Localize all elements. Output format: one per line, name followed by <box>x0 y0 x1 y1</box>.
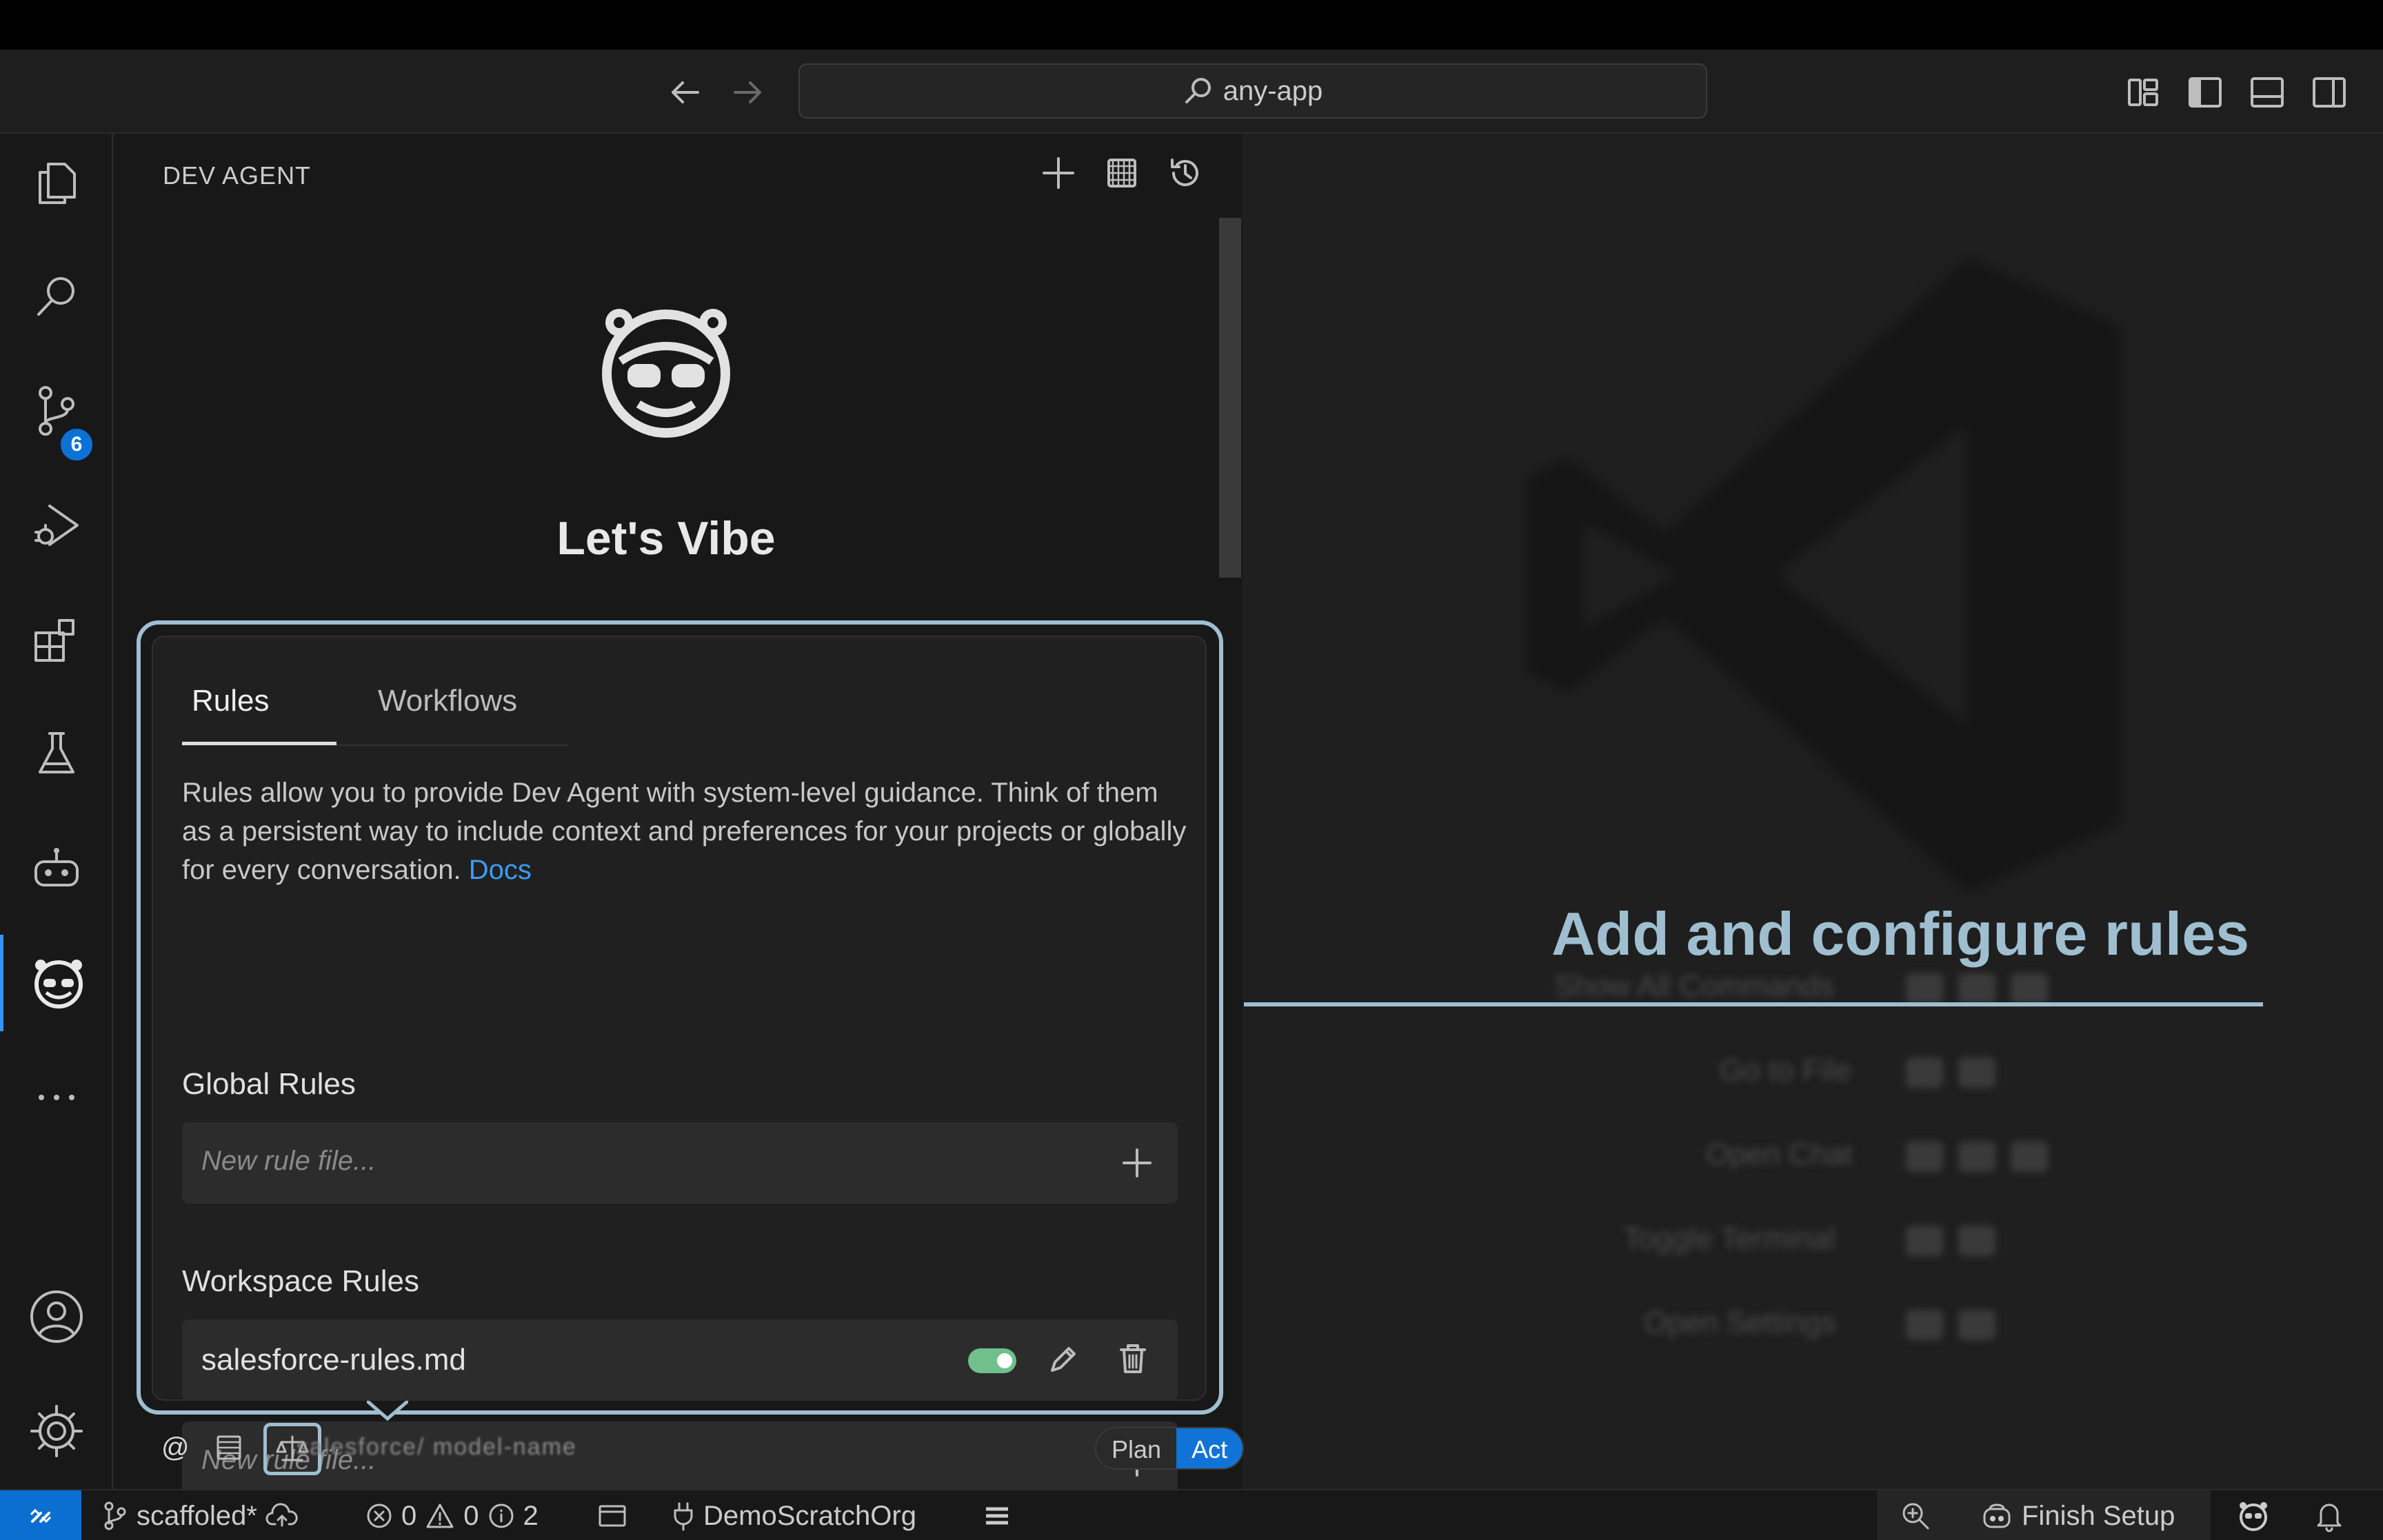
shortcut-keys <box>1906 1226 1995 1256</box>
shortcut-keys <box>1906 973 2048 1004</box>
tutorial-connector-line <box>1244 1002 2263 1006</box>
top-system-bar <box>0 0 2383 50</box>
rules-description-text: Rules allow you to provide Dev Agent wit… <box>182 778 1187 885</box>
panel-header-actions <box>1040 154 1204 192</box>
zoom-icon[interactable] <box>1900 1490 1931 1540</box>
forward-arrow-icon[interactable] <box>730 74 765 110</box>
extensions-icon[interactable] <box>0 591 113 688</box>
info-count: 2 <box>523 1500 539 1531</box>
problems-status[interactable]: 0 0 2 <box>365 1490 539 1540</box>
server-icon[interactable] <box>1103 154 1140 192</box>
org-name: DemoScratchOrg <box>703 1500 916 1531</box>
shortcut-hint: Show All Commands <box>1554 969 1834 1003</box>
callout-pointer <box>367 1401 408 1421</box>
shortcut-hint: Go to File <box>1720 1053 1851 1087</box>
chat-input-toolbar: @ salesforce/ model-name Plan Act <box>153 1420 1245 1478</box>
workspace-rules-label: Workspace Rules <box>182 1264 419 1298</box>
plan-act-toggle[interactable]: Plan Act <box>1095 1427 1245 1470</box>
accounts-icon[interactable] <box>0 1268 113 1365</box>
history-icon[interactable] <box>1167 154 1204 192</box>
status-bar: scaffoled* 0 0 2 DemoScratchOrg Finish S… <box>0 1489 2383 1540</box>
cloud-sync-icon[interactable] <box>265 1502 299 1530</box>
warning-icon <box>425 1502 455 1530</box>
shortcut-keys <box>1906 1310 1995 1340</box>
dev-agent-panel: DEV AGENT Let's Vibe Rules Workflows Rul… <box>114 134 1245 1503</box>
source-control-icon[interactable]: 6 <box>0 363 113 463</box>
plan-mode-button[interactable]: Plan <box>1096 1428 1176 1468</box>
shortcut-keys <box>1906 1142 2048 1172</box>
global-new-rule-input[interactable]: New rule file... <box>182 1122 1178 1204</box>
tab-workflows[interactable]: Workflows <box>378 684 517 718</box>
shortcut-keys <box>1906 1057 1995 1088</box>
docs-link[interactable]: Docs <box>469 855 532 885</box>
rules-workflows-card: Rules Workflows Rules allow you to provi… <box>152 636 1207 1503</box>
scrollbar-thumb[interactable] <box>1219 218 1241 578</box>
activity-bar: 6 <box>0 134 113 1489</box>
act-mode-button[interactable]: Act <box>1176 1428 1243 1468</box>
workspace-rule-item: salesforce-rules.md <box>182 1319 1178 1401</box>
add-global-rule-plus-icon[interactable] <box>1121 1147 1153 1179</box>
editor-area: Show All Commands Go to File Open Chat T… <box>1244 134 2383 1489</box>
toggle-panel-icon[interactable] <box>2249 74 2285 110</box>
toggle-knob <box>997 1353 1012 1368</box>
command-center-label: any-app <box>1223 75 1323 106</box>
finish-setup-label: Finish Setup <box>2022 1500 2175 1531</box>
model-selector[interactable]: salesforce/ model-name <box>296 1434 577 1461</box>
rule-file-name: salesforce-rules.md <box>201 1343 466 1377</box>
tutorial-banner: Add and configure rules <box>1551 900 2250 968</box>
layout-icon[interactable] <box>597 1490 627 1540</box>
source-control-badge: 6 <box>58 426 95 463</box>
search-icon[interactable] <box>0 248 113 345</box>
run-debug-icon[interactable] <box>0 477 113 574</box>
robot-icon[interactable] <box>0 820 113 917</box>
rules-description: Rules allow you to provide Dev Agent wit… <box>182 773 1189 889</box>
global-rules-label: Global Rules <box>182 1067 356 1101</box>
customize-layout-icon[interactable] <box>2125 74 2161 110</box>
shortcut-hint: Toggle Terminal <box>1623 1222 1836 1255</box>
gear-icon[interactable] <box>0 1383 113 1479</box>
vscode-watermark-logo <box>1485 230 2175 920</box>
finish-setup-button[interactable]: Finish Setup <box>1980 1490 2175 1540</box>
warning-count: 0 <box>463 1500 479 1531</box>
server-icon[interactable] <box>214 1432 244 1463</box>
error-icon <box>365 1502 393 1530</box>
title-bar: any-app <box>0 50 2383 134</box>
explorer-icon[interactable] <box>0 134 113 230</box>
error-count: 0 <box>401 1500 417 1531</box>
global-new-rule-placeholder: New rule file... <box>201 1146 376 1176</box>
toggle-primary-sidebar-icon[interactable] <box>2187 74 2223 110</box>
toggle-secondary-sidebar-icon[interactable] <box>2311 74 2347 110</box>
hero-title: Let's Vibe <box>556 512 776 565</box>
search-icon <box>1183 76 1214 106</box>
menu-lines-icon[interactable] <box>982 1490 1012 1540</box>
more-icon[interactable] <box>0 1049 113 1146</box>
org-status[interactable]: DemoScratchOrg <box>672 1490 916 1540</box>
branch-icon <box>101 1501 128 1531</box>
copilot-icon <box>1980 1501 2013 1531</box>
panel-title: DEV AGENT <box>163 161 312 190</box>
tab-rules[interactable]: Rules <box>192 684 270 718</box>
plug-icon <box>672 1501 695 1531</box>
testing-flask-icon[interactable] <box>0 706 113 802</box>
dev-agent-status-icon[interactable] <box>2237 1490 2270 1540</box>
new-task-plus-icon[interactable] <box>1040 154 1077 192</box>
branch-name: scaffoled* <box>137 1500 257 1531</box>
rule-enabled-toggle[interactable] <box>968 1348 1016 1373</box>
mention-button[interactable]: @ <box>161 1432 190 1463</box>
bell-icon[interactable] <box>2314 1490 2344 1540</box>
dev-agent-icon[interactable] <box>0 935 113 1031</box>
active-tab-indicator <box>182 742 336 745</box>
shortcut-hint: Open Chat <box>1706 1137 1853 1171</box>
edit-pencil-icon[interactable] <box>1045 1343 1080 1377</box>
info-icon <box>487 1502 515 1530</box>
command-center-search[interactable]: any-app <box>798 63 1707 119</box>
delete-trash-icon[interactable] <box>1117 1341 1149 1376</box>
remote-indicator[interactable] <box>0 1490 81 1540</box>
branch-status[interactable]: scaffoled* <box>101 1490 299 1540</box>
back-arrow-icon[interactable] <box>667 74 703 110</box>
shortcut-hint: Open Settings <box>1644 1306 1836 1339</box>
dev-agent-logo <box>593 295 739 441</box>
